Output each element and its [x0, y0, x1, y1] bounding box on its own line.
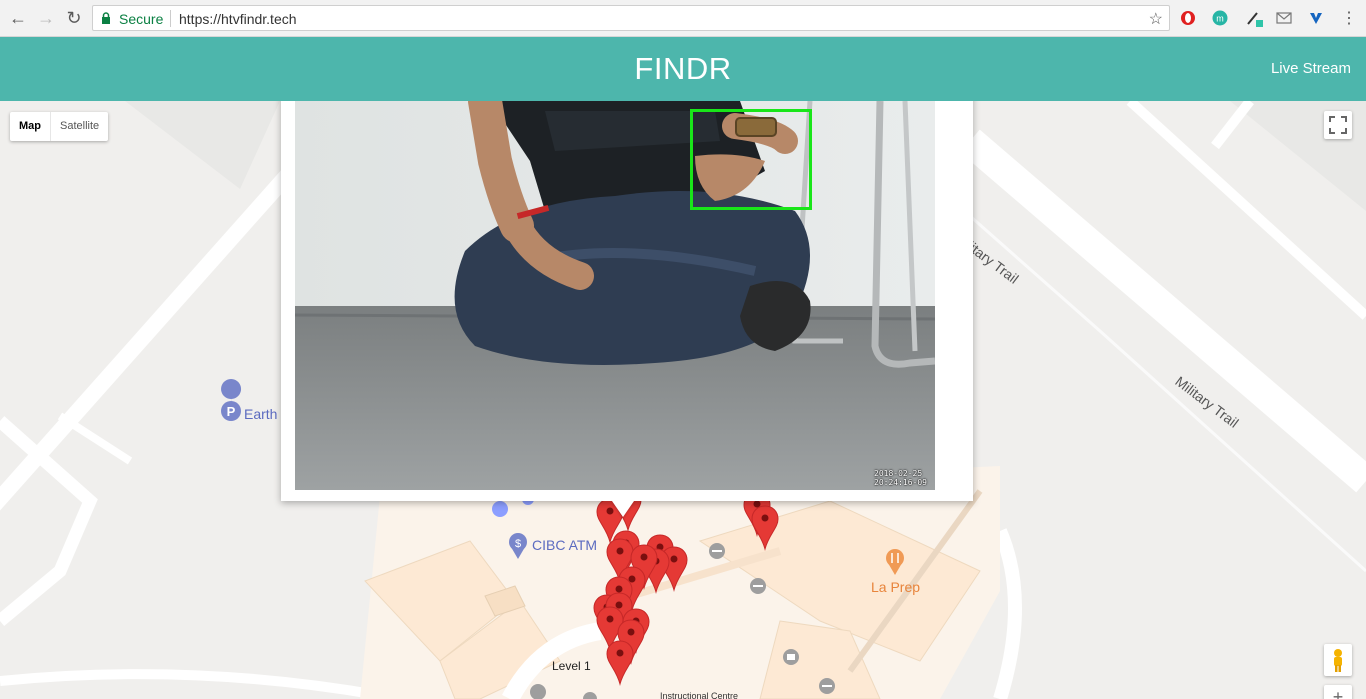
map-type-map-button[interactable]: Map — [10, 112, 51, 141]
live-stream-link[interactable]: Live Stream — [1271, 60, 1351, 77]
divider — [170, 10, 171, 27]
browser-toolbar: ← → ↻ Secure https://htvfindr.tech ☆ m ⋮ — [0, 0, 1366, 37]
secure-label: Secure — [119, 11, 164, 27]
url-text[interactable]: https://htvfindr.tech — [179, 11, 297, 27]
camera-image — [295, 101, 935, 490]
timestamp-date: 2018-02-25 — [874, 469, 923, 478]
reload-icon[interactable]: ↻ — [64, 8, 84, 28]
opera-extension-icon[interactable] — [1179, 9, 1197, 27]
map-type-control: Map Satellite — [10, 112, 109, 141]
building-label: Instructional Centre — [660, 691, 739, 699]
info-window-tail — [612, 501, 634, 517]
zoom-in-button[interactable]: + — [1324, 685, 1352, 699]
fullscreen-button[interactable] — [1324, 111, 1352, 139]
location-marker[interactable] — [751, 505, 779, 550]
detection-box — [690, 109, 812, 210]
m-extension-icon[interactable]: m — [1211, 9, 1229, 27]
lock-icon — [102, 12, 110, 24]
camera-info-window: 2018-02-25 20:24:16-09 — [281, 92, 973, 501]
color-picker-extension-icon[interactable] — [1245, 9, 1263, 27]
camera-timestamp: 2018-02-25 20:24:16-09 — [874, 469, 927, 487]
svg-text:m: m — [1216, 14, 1224, 24]
poi-label-cibc-atm[interactable]: CIBC ATM — [532, 537, 597, 553]
map-type-satellite-button[interactable]: Satellite — [51, 112, 108, 141]
street-view-pegman-button[interactable] — [1324, 644, 1352, 676]
app-title: FINDR — [634, 51, 732, 86]
camera-snapshot: 2018-02-25 20:24:16-09 — [295, 101, 935, 490]
location-marker[interactable] — [606, 640, 634, 685]
v-extension-icon[interactable] — [1307, 9, 1325, 27]
mail-extension-icon[interactable] — [1275, 9, 1293, 27]
floor-label: Level 1 — [552, 659, 591, 673]
bookmark-star-icon[interactable]: ☆ — [1149, 9, 1163, 29]
pegman-icon — [1334, 649, 1342, 672]
poi-label-la-prep[interactable]: La Prep — [871, 579, 920, 595]
app-header: FINDR Live Stream — [0, 37, 1366, 101]
fullscreen-icon — [1329, 116, 1347, 134]
back-icon[interactable]: ← — [8, 8, 28, 28]
address-bar[interactable]: Secure https://htvfindr.tech ☆ — [92, 5, 1170, 31]
poi-label[interactable]: Earth — [244, 406, 277, 422]
menu-kebab-icon[interactable]: ⋮ — [1340, 9, 1358, 27]
forward-icon[interactable]: → — [36, 8, 56, 28]
timestamp-time: 20:24:16-09 — [874, 478, 927, 487]
